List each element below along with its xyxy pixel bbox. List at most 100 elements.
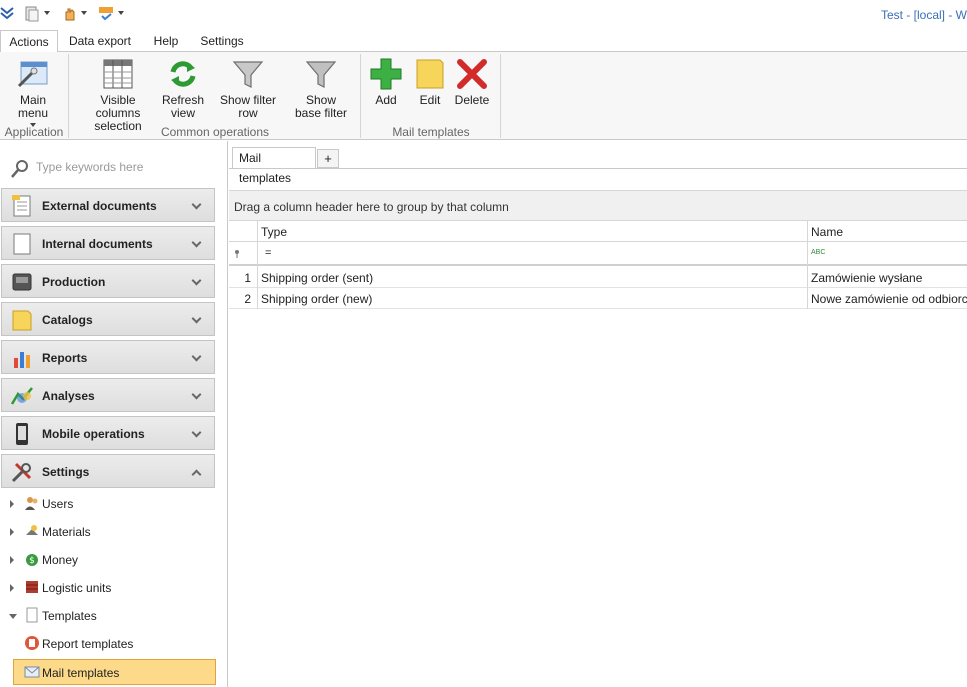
chevron-down-icon bbox=[191, 275, 202, 286]
nav-group-external-documents[interactable]: External documents bbox=[1, 188, 215, 222]
refresh-view-button[interactable]: Refresh view bbox=[160, 56, 206, 120]
nav-search-input[interactable]: Type keywords here bbox=[10, 157, 220, 179]
nav-group-settings[interactable]: Settings bbox=[1, 454, 215, 488]
hand-tool-icon[interactable] bbox=[62, 6, 78, 22]
pallet-icon bbox=[26, 581, 38, 593]
show-base-filter-button[interactable]: Show base filter bbox=[292, 56, 350, 120]
column-divider bbox=[807, 221, 808, 309]
table-cell-name[interactable]: Nowe zamówienie od odbiorcy bbox=[811, 292, 967, 306]
plus-icon bbox=[370, 58, 402, 90]
filter-row-pin-icon bbox=[235, 250, 239, 258]
group-by-hint: Drag a column header here to group by th… bbox=[234, 200, 509, 214]
analysis-icon bbox=[10, 387, 33, 405]
folder-icon bbox=[12, 310, 32, 331]
new-document-dropdown-icon[interactable] bbox=[44, 11, 50, 15]
tree-item-users[interactable]: Users bbox=[10, 493, 216, 515]
name-filter-operator[interactable]: ABC bbox=[811, 249, 825, 256]
type-filter-operator[interactable]: = bbox=[265, 247, 271, 259]
add-button[interactable]: Add bbox=[368, 56, 404, 107]
new-document-icon[interactable] bbox=[24, 6, 40, 22]
edit-note-icon bbox=[416, 59, 444, 89]
expand-arrow-icon[interactable] bbox=[10, 584, 14, 592]
nav-group-analyses[interactable]: Analyses bbox=[1, 378, 215, 412]
ribbon-separator bbox=[360, 54, 361, 138]
navigation-pane: Type keywords here External documents In… bbox=[0, 141, 228, 687]
bar-chart-icon bbox=[14, 352, 30, 368]
tab-mail-templates[interactable]: Mail templates bbox=[232, 147, 316, 185]
chevron-down-icon bbox=[191, 427, 202, 438]
ribbon-separator bbox=[500, 54, 501, 138]
group-label-mail-templates: Mail templates bbox=[392, 125, 470, 139]
delete-x-icon bbox=[457, 59, 487, 89]
spellcheck-icon[interactable] bbox=[98, 6, 114, 22]
tree-item-logistic-units[interactable]: Logistic units bbox=[10, 577, 216, 599]
row-number: 1 bbox=[244, 271, 251, 285]
delete-button[interactable]: Delete bbox=[452, 56, 492, 107]
users-icon bbox=[25, 497, 38, 510]
nav-group-production[interactable]: Production bbox=[1, 264, 215, 298]
group-by-panel[interactable]: Drag a column header here to group by th… bbox=[229, 190, 967, 221]
nav-group-mobile-operations[interactable]: Mobile operations bbox=[1, 416, 215, 450]
column-header-type[interactable]: Type bbox=[261, 225, 287, 239]
tab-strip-divider bbox=[229, 168, 967, 169]
ribbon-separator bbox=[68, 54, 69, 138]
tab-help[interactable]: Help bbox=[146, 30, 186, 52]
report-template-icon bbox=[25, 636, 39, 650]
phone-icon bbox=[16, 423, 28, 445]
expand-arrow-icon[interactable] bbox=[10, 500, 14, 508]
refresh-icon bbox=[170, 61, 196, 87]
chevron-down-icon bbox=[191, 313, 202, 324]
content-area: Mail templates + Drag a column header he… bbox=[229, 141, 967, 687]
table-cell-name[interactable]: Zamówienie wysłane bbox=[811, 271, 922, 285]
machine-icon bbox=[12, 273, 32, 291]
search-placeholder: Type keywords here bbox=[36, 160, 144, 174]
main-menu-button[interactable]: Main menu bbox=[4, 56, 62, 127]
show-filter-row-button[interactable]: Show filter row bbox=[210, 56, 286, 120]
document-icon bbox=[13, 233, 31, 255]
tab-settings[interactable]: Settings bbox=[194, 30, 250, 52]
materials-icon bbox=[26, 525, 38, 535]
edit-button[interactable]: Edit bbox=[412, 56, 448, 107]
ribbon-tabs: Actions Data export Help Settings bbox=[0, 30, 967, 53]
expand-arrow-icon[interactable] bbox=[10, 528, 14, 536]
search-icon bbox=[11, 160, 28, 178]
table-cell-type[interactable]: Shipping order (sent) bbox=[261, 271, 373, 285]
tab-data-export[interactable]: Data export bbox=[62, 30, 138, 52]
add-tab-button[interactable]: + bbox=[317, 149, 339, 168]
tools-icon bbox=[11, 462, 32, 483]
row-divider bbox=[229, 308, 967, 309]
tree-item-templates[interactable]: Templates bbox=[9, 605, 216, 627]
base-filter-icon bbox=[305, 61, 337, 88]
quick-access-toolbar: Test - [local] - W bbox=[0, 0, 967, 30]
group-label-common-operations: Common operations bbox=[160, 125, 270, 139]
svg-text:$: $ bbox=[29, 556, 35, 566]
group-label-application: Application bbox=[4, 125, 64, 139]
grid-columns-icon bbox=[103, 59, 133, 89]
hand-tool-dropdown-icon[interactable] bbox=[81, 11, 87, 15]
document-icon bbox=[12, 195, 31, 217]
window-title: Test - [local] - W bbox=[880, 8, 967, 22]
nav-group-reports[interactable]: Reports bbox=[1, 340, 215, 374]
expand-arrow-icon[interactable] bbox=[10, 556, 14, 564]
tree-item-report-templates[interactable]: Report templates bbox=[10, 633, 216, 655]
tree-item-money[interactable]: $ Money bbox=[10, 549, 216, 571]
chevron-down-icon bbox=[191, 351, 202, 362]
row-divider bbox=[229, 287, 967, 288]
chevron-down-icon bbox=[191, 237, 202, 248]
column-header-name[interactable]: Name bbox=[811, 225, 843, 239]
nav-group-internal-documents[interactable]: Internal documents bbox=[1, 226, 215, 260]
tab-actions[interactable]: Actions bbox=[0, 30, 58, 53]
visible-columns-button[interactable]: Visible columns selection bbox=[80, 56, 156, 133]
chevron-down-icon bbox=[191, 199, 202, 210]
chevron-up-icon bbox=[191, 469, 202, 480]
nav-group-catalogs[interactable]: Catalogs bbox=[1, 302, 215, 336]
table-cell-type[interactable]: Shipping order (new) bbox=[261, 292, 372, 306]
row-number: 2 bbox=[244, 292, 251, 306]
tree-item-materials[interactable]: Materials bbox=[10, 521, 216, 543]
ribbon: Main menu Application Visible columns se… bbox=[0, 52, 967, 140]
app-logo-icon bbox=[0, 7, 14, 20]
mail-icon bbox=[24, 666, 40, 678]
collapse-arrow-icon[interactable] bbox=[9, 614, 17, 619]
spellcheck-dropdown-icon[interactable] bbox=[118, 11, 124, 15]
tree-item-mail-templates[interactable]: Mail templates bbox=[13, 659, 216, 685]
